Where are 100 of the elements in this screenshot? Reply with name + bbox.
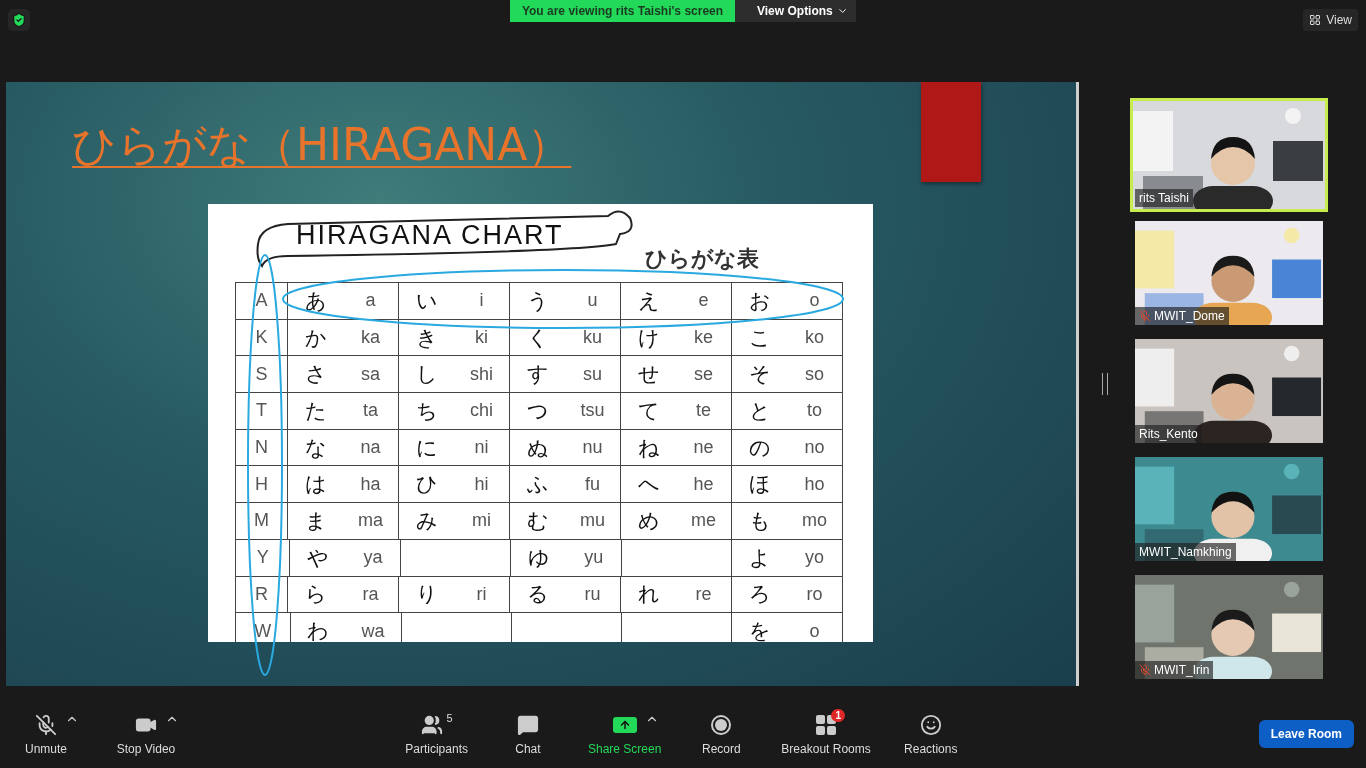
romaji-cell-text: ra <box>361 582 380 606</box>
kana-cell-text: り <box>414 581 439 608</box>
participant-name: MWIT_Irin <box>1135 661 1214 679</box>
kana-cell-text: こ <box>747 324 772 351</box>
kana-cell-text: せ <box>636 361 661 388</box>
romaji-cell-text: to <box>806 399 823 423</box>
romaji-cell-text: u <box>586 289 599 313</box>
kana-cell-text: い <box>414 287 439 314</box>
kana-cell-text: は <box>303 471 328 498</box>
kana-cell-text: あ <box>303 287 328 314</box>
kana-cell-text: ほ <box>747 471 772 498</box>
kana-cell-text: ま <box>303 507 328 534</box>
kana-cell-text: と <box>747 397 772 424</box>
toolbar-button[interactable]: Chat <box>497 712 558 756</box>
toolbar-button[interactable]: Stop Video <box>116 712 176 756</box>
romaji-cell-text: ta <box>362 399 379 423</box>
romaji-cell-text: o <box>808 289 821 313</box>
kana-cell-text: た <box>303 397 328 424</box>
romaji-cell-text: nu <box>581 436 604 460</box>
leave-room-button[interactable]: Leave Room <box>1258 720 1354 748</box>
romaji-cell-text: ya <box>362 546 384 570</box>
kana-cell-text: け <box>636 324 661 351</box>
romaji-cell-text: te <box>695 399 712 423</box>
participant-name: MWIT_Namkhing <box>1135 543 1236 561</box>
romaji-cell-text: tsu <box>579 399 606 423</box>
participant-name: rits Taishi <box>1135 189 1193 207</box>
romaji-cell-text: yo <box>804 546 825 570</box>
consonant-cell: N <box>236 429 288 467</box>
kana-cell-text: さ <box>303 361 328 388</box>
romaji-cell-text: sa <box>360 362 381 386</box>
consonant-cell: A <box>236 283 288 320</box>
consonant-cell: S <box>236 356 288 394</box>
toolbar-button[interactable]: Share Screen <box>587 712 662 756</box>
kana-cell-text: ら <box>303 581 328 608</box>
romaji-cell-text: ko <box>804 326 825 350</box>
kana-cell-text: か <box>303 324 328 351</box>
kana-cell-text: つ <box>525 397 550 424</box>
notification-badge: 1 <box>831 709 846 722</box>
view-options-button[interactable]: View Options <box>735 0 856 22</box>
toolbar-button[interactable]: 1 Breakout Rooms <box>781 712 871 756</box>
kana-cell-text: む <box>525 507 550 534</box>
romaji-cell-text: ho <box>803 472 826 496</box>
toolbar-button[interactable]: Record <box>691 712 752 756</box>
romaji-cell-text: ke <box>693 326 714 350</box>
romaji-cell-text: ku <box>582 326 603 350</box>
kana-cell-text: め <box>636 507 661 534</box>
kana-cell-text: ゆ <box>526 544 551 571</box>
people-icon <box>420 714 443 736</box>
romaji-cell-text: ha <box>359 472 382 496</box>
romaji-cell-text: ne <box>692 436 715 460</box>
toolbar-button[interactable]: Unmute <box>16 712 76 756</box>
security-shield-icon[interactable] <box>8 9 30 31</box>
toolbar-button[interactable]: 5 Participants <box>405 712 468 756</box>
kana-cell-text: ち <box>414 397 439 424</box>
consonant-cell: T <box>236 393 288 430</box>
consonant-cell: M <box>236 503 288 540</box>
romaji-cell-text: mi <box>471 509 492 533</box>
romaji-cell-text: ma <box>357 509 384 533</box>
romaji-cell-text: o <box>808 619 821 642</box>
romaji-cell-text: re <box>694 582 713 606</box>
romaji-cell-text: so <box>804 362 825 386</box>
consonant-cell: H <box>236 466 288 504</box>
participant-name: Rits_Kento <box>1135 425 1202 443</box>
kana-cell-text: お <box>747 287 772 314</box>
record-icon <box>710 714 733 736</box>
romaji-cell-text: he <box>692 472 715 496</box>
romaji-cell-text: i <box>478 289 485 313</box>
romaji-cell-text: ri <box>475 582 488 606</box>
romaji-cell-text: yu <box>583 546 605 570</box>
romaji-cell-text: se <box>693 362 714 386</box>
romaji-cell-text: ru <box>583 582 602 606</box>
consonant-cell: Y <box>236 539 291 577</box>
romaji-cell-text: me <box>690 509 717 533</box>
kana-cell-text: や <box>305 544 330 571</box>
romaji-cell-text: mo <box>801 509 828 533</box>
smiley-icon <box>919 714 942 736</box>
chart-title: HIRAGANA CHART <box>296 220 564 251</box>
kana-cell-text: て <box>636 397 661 424</box>
romaji-cell-text: ki <box>474 326 489 350</box>
romaji-cell-text: hi <box>473 472 490 496</box>
romaji-cell-text: mu <box>579 509 606 533</box>
grid-icon <box>815 714 838 736</box>
resize-handle[interactable] <box>1101 373 1108 395</box>
romaji-cell-text: no <box>803 436 826 460</box>
kana-cell-text: ふ <box>525 471 550 498</box>
romaji-cell-text: ka <box>360 326 381 350</box>
kana-cell-text: わ <box>306 618 331 642</box>
view-button[interactable]: View <box>1303 9 1358 31</box>
kana-cell-text: み <box>414 507 439 534</box>
romaji-cell-text: ni <box>473 436 490 460</box>
muted-microphone-icon <box>35 714 57 736</box>
screen-share-banner: You are viewing rits Taishi's screen <box>510 0 735 22</box>
toolbar-button[interactable]: Reactions <box>900 712 961 756</box>
consonant-cell: K <box>236 319 288 357</box>
kana-cell-text: も <box>747 507 772 534</box>
kana-cell-text: な <box>303 434 328 461</box>
romaji-cell-text: a <box>364 289 377 313</box>
consonant-cell: R <box>236 576 288 614</box>
kana-cell-text: ぬ <box>525 434 550 461</box>
romaji-cell-text: su <box>582 362 603 386</box>
